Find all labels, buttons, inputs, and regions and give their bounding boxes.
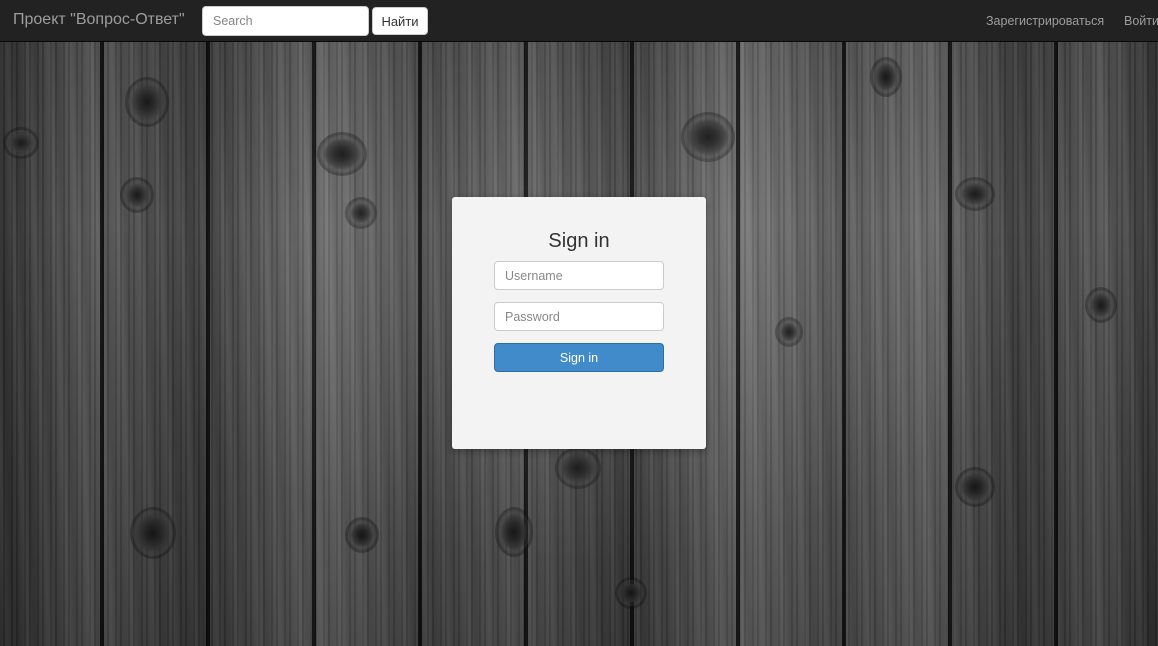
signin-button[interactable]: Sign in [494, 343, 664, 372]
signin-card: Sign in Sign in [452, 197, 706, 449]
top-navbar: Проект "Вопрос-Ответ" Найти Зарегистриро… [0, 0, 1158, 42]
wood-knot [350, 202, 372, 224]
search-button[interactable]: Найти [372, 7, 428, 35]
page: Проект "Вопрос-Ответ" Найти Зарегистриро… [0, 0, 1158, 646]
search-input[interactable] [202, 6, 369, 36]
wood-knot [560, 452, 596, 484]
wood-knot [960, 182, 990, 206]
wood-knot [960, 472, 990, 502]
wood-knot [620, 582, 642, 604]
wood-knot [8, 132, 34, 154]
signin-title: Sign in [548, 230, 610, 252]
wood-knot [135, 512, 171, 554]
username-input[interactable] [494, 261, 664, 290]
wood-knot [130, 82, 164, 122]
brand-link[interactable]: Проект "Вопрос-Ответ" [13, 11, 185, 29]
wood-knot [686, 117, 730, 157]
wood-knot [350, 522, 374, 548]
wood-knot [500, 512, 528, 552]
nav-register-link[interactable]: Зарегистрироваться [986, 14, 1104, 28]
password-input[interactable] [494, 302, 664, 331]
wood-knot [1090, 292, 1112, 318]
nav-login-link[interactable]: Войти [1124, 14, 1158, 28]
wood-knot [125, 182, 149, 208]
wood-knot [875, 62, 897, 92]
wood-knot [780, 322, 798, 342]
wood-knot [322, 137, 362, 171]
